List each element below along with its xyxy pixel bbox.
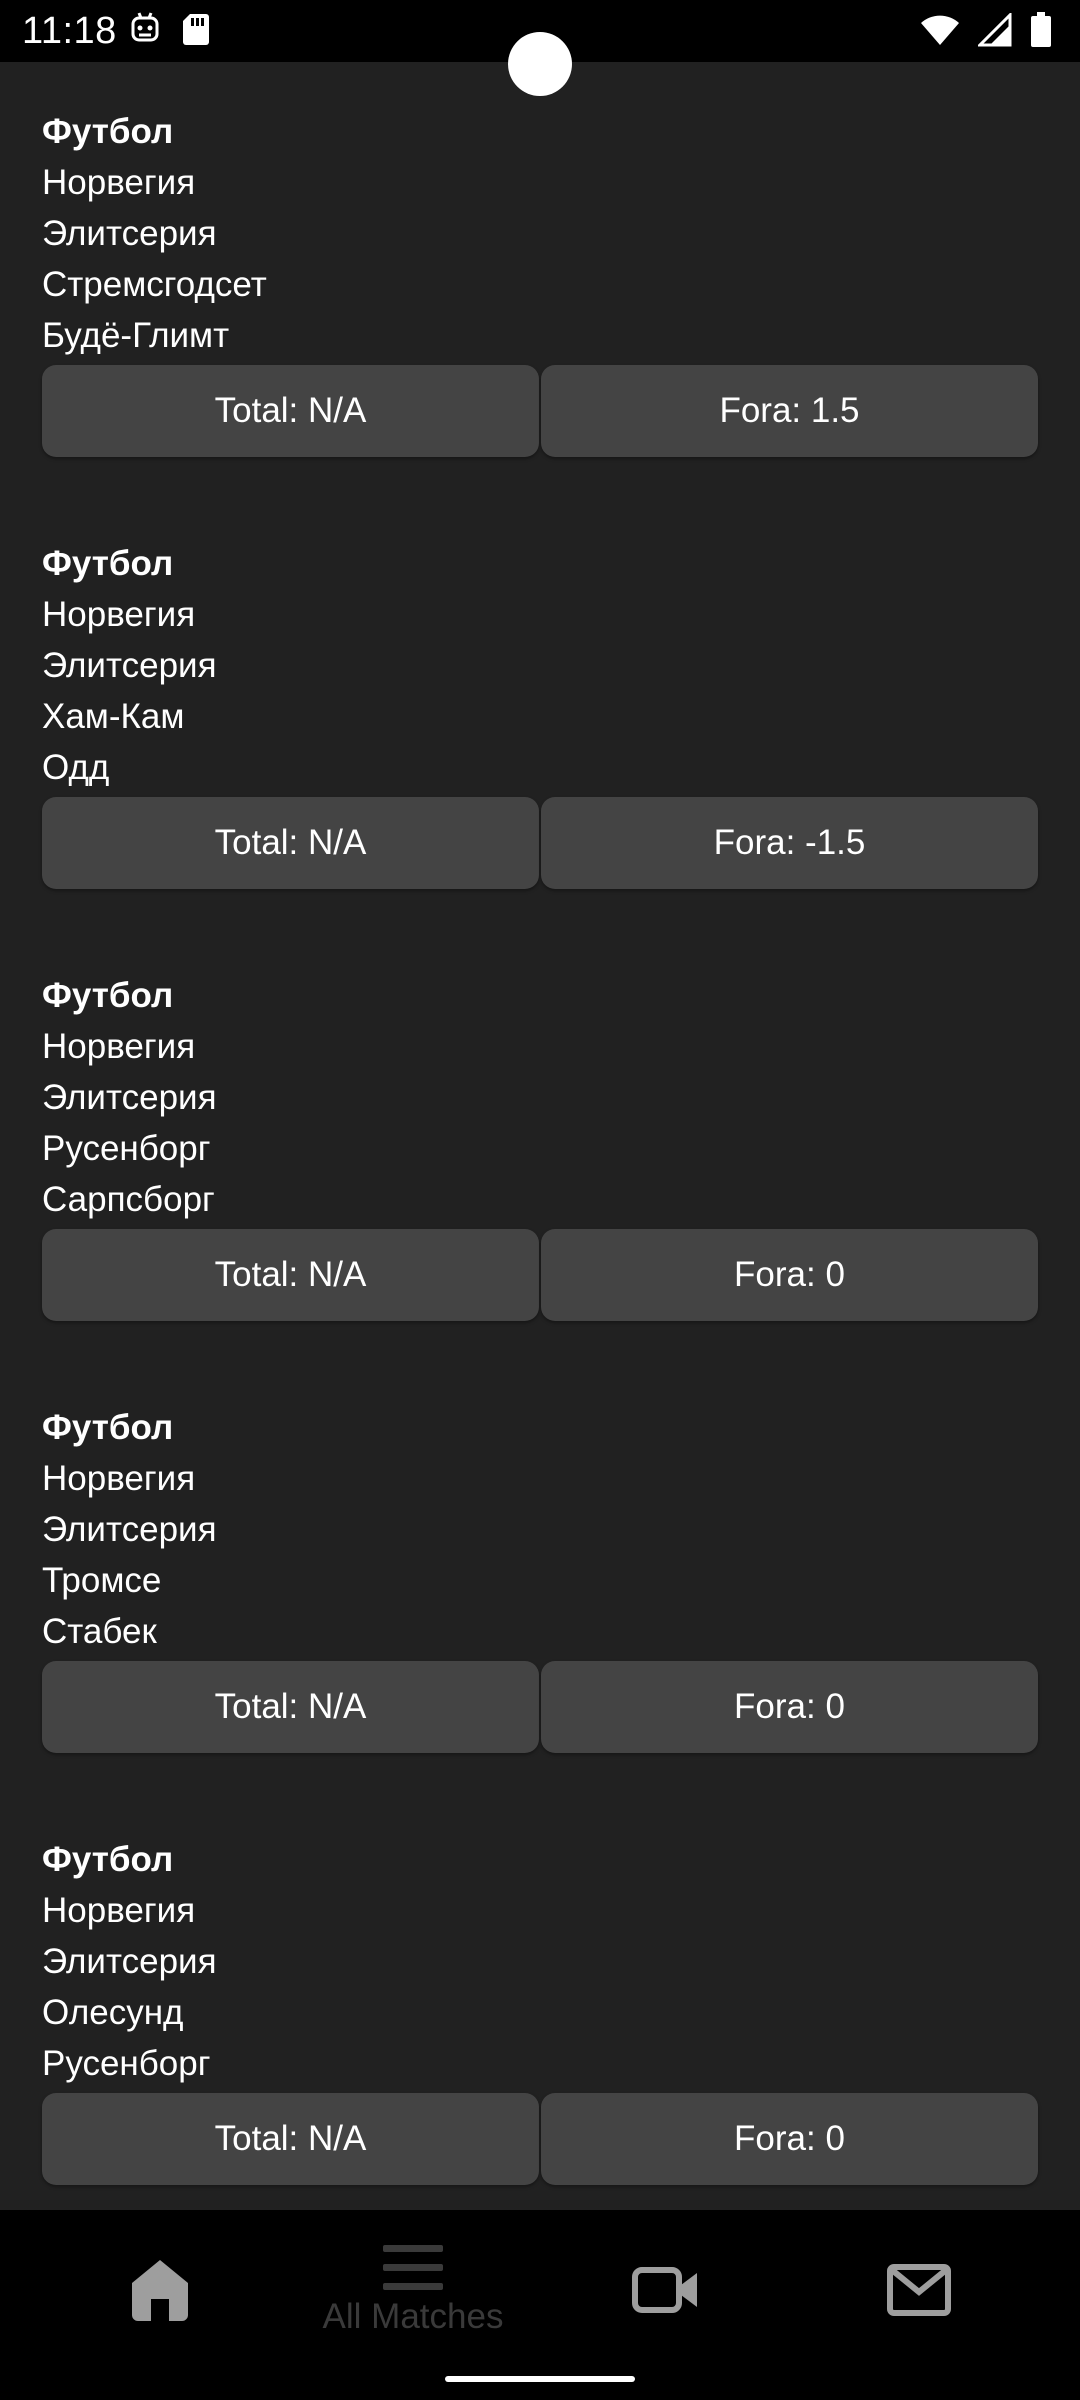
home-team-label: Олесунд (42, 1993, 184, 2032)
sport-label: Футбол (42, 1840, 174, 1879)
sport-label: Футбол (42, 544, 174, 583)
home-icon (132, 2260, 188, 2321)
battery-icon (1031, 12, 1051, 47)
sd-card-icon (183, 14, 209, 45)
away-team-label: Будё-Глимт (42, 316, 230, 355)
nav-all-matches-label: All Matches (322, 2297, 504, 2336)
nav-home[interactable] (35, 2210, 285, 2370)
status-right-icons (920, 12, 1052, 48)
home-team-label: Русенборг (42, 1129, 211, 1168)
nav-messages[interactable] (794, 2210, 1044, 2370)
match-card: Футбол Норвегия Элитсерия Хам-Кам Одд To… (42, 538, 1038, 889)
total-button[interactable]: Total: N/A (42, 365, 539, 457)
league-label: Элитсерия (42, 214, 217, 253)
country-label: Норвегия (42, 163, 196, 202)
status-time: 11:18 (22, 10, 117, 52)
country-label: Норвегия (42, 595, 196, 634)
nav-video[interactable] (541, 2210, 791, 2370)
fora-button[interactable]: Fora: 0 (541, 1661, 1038, 1753)
league-label: Элитсерия (42, 1078, 217, 1117)
sport-label: Футбол (42, 976, 174, 1015)
bottom-navigation: All Matches (0, 2210, 1080, 2400)
odds-button-row: Total: N/A Fora: 0 (42, 1229, 1038, 1321)
country-label: Норвегия (42, 1459, 196, 1498)
status-left-icons (130, 12, 210, 46)
total-button[interactable]: Total: N/A (42, 1229, 539, 1321)
country-label: Норвегия (42, 1027, 196, 1066)
country-label: Норвегия (42, 1891, 196, 1930)
match-card: Футбол Норвегия Элитсерия Тромсе Стабек … (42, 1402, 1038, 1753)
video-camera-icon (632, 2267, 697, 2313)
league-label: Элитсерия (42, 646, 217, 685)
odds-button-row: Total: N/A Fora: -1.5 (42, 797, 1038, 889)
match-card: Футбол Норвегия Элитсерия Стремсгодсет Б… (42, 106, 1038, 457)
wifi-icon (921, 15, 959, 45)
away-team-label: Стабек (42, 1612, 157, 1651)
away-team-label: Русенборг (42, 2044, 211, 2083)
fora-button[interactable]: Fora: 1.5 (541, 365, 1038, 457)
robot-icon (131, 12, 159, 42)
nav-all-matches[interactable]: All Matches (288, 2210, 538, 2370)
match-card: Футбол Норвегия Элитсерия Русенборг Сарп… (42, 970, 1038, 1321)
total-button[interactable]: Total: N/A (42, 1661, 539, 1753)
home-team-label: Стремсгодсет (42, 265, 267, 304)
mail-icon (887, 2264, 951, 2316)
home-team-label: Хам-Кам (42, 697, 185, 736)
league-label: Элитсерия (42, 1510, 217, 1549)
home-team-label: Тромсе (42, 1561, 162, 1600)
away-team-label: Сарпсборг (42, 1180, 215, 1219)
match-list[interactable]: Футбол Норвегия Элитсерия Стремсгодсет Б… (0, 62, 1080, 2210)
fora-button[interactable]: Fora: 0 (541, 2093, 1038, 2185)
menu-icon (383, 2245, 443, 2290)
league-label: Элитсерия (42, 1942, 217, 1981)
gesture-handle[interactable] (445, 2376, 635, 2382)
sport-label: Футбол (42, 1408, 174, 1447)
total-button[interactable]: Total: N/A (42, 2093, 539, 2185)
fora-button[interactable]: Fora: 0 (541, 1229, 1038, 1321)
total-button[interactable]: Total: N/A (42, 797, 539, 889)
signal-icon (978, 13, 1012, 47)
match-card: Футбол Норвегия Элитсерия Олесунд Русенб… (42, 1834, 1038, 2185)
sport-label: Футбол (42, 112, 174, 151)
fora-button[interactable]: Fora: -1.5 (541, 797, 1038, 889)
odds-button-row: Total: N/A Fora: 0 (42, 2093, 1038, 2185)
odds-button-row: Total: N/A Fora: 0 (42, 1661, 1038, 1753)
odds-button-row: Total: N/A Fora: 1.5 (42, 365, 1038, 457)
away-team-label: Одд (42, 748, 110, 787)
